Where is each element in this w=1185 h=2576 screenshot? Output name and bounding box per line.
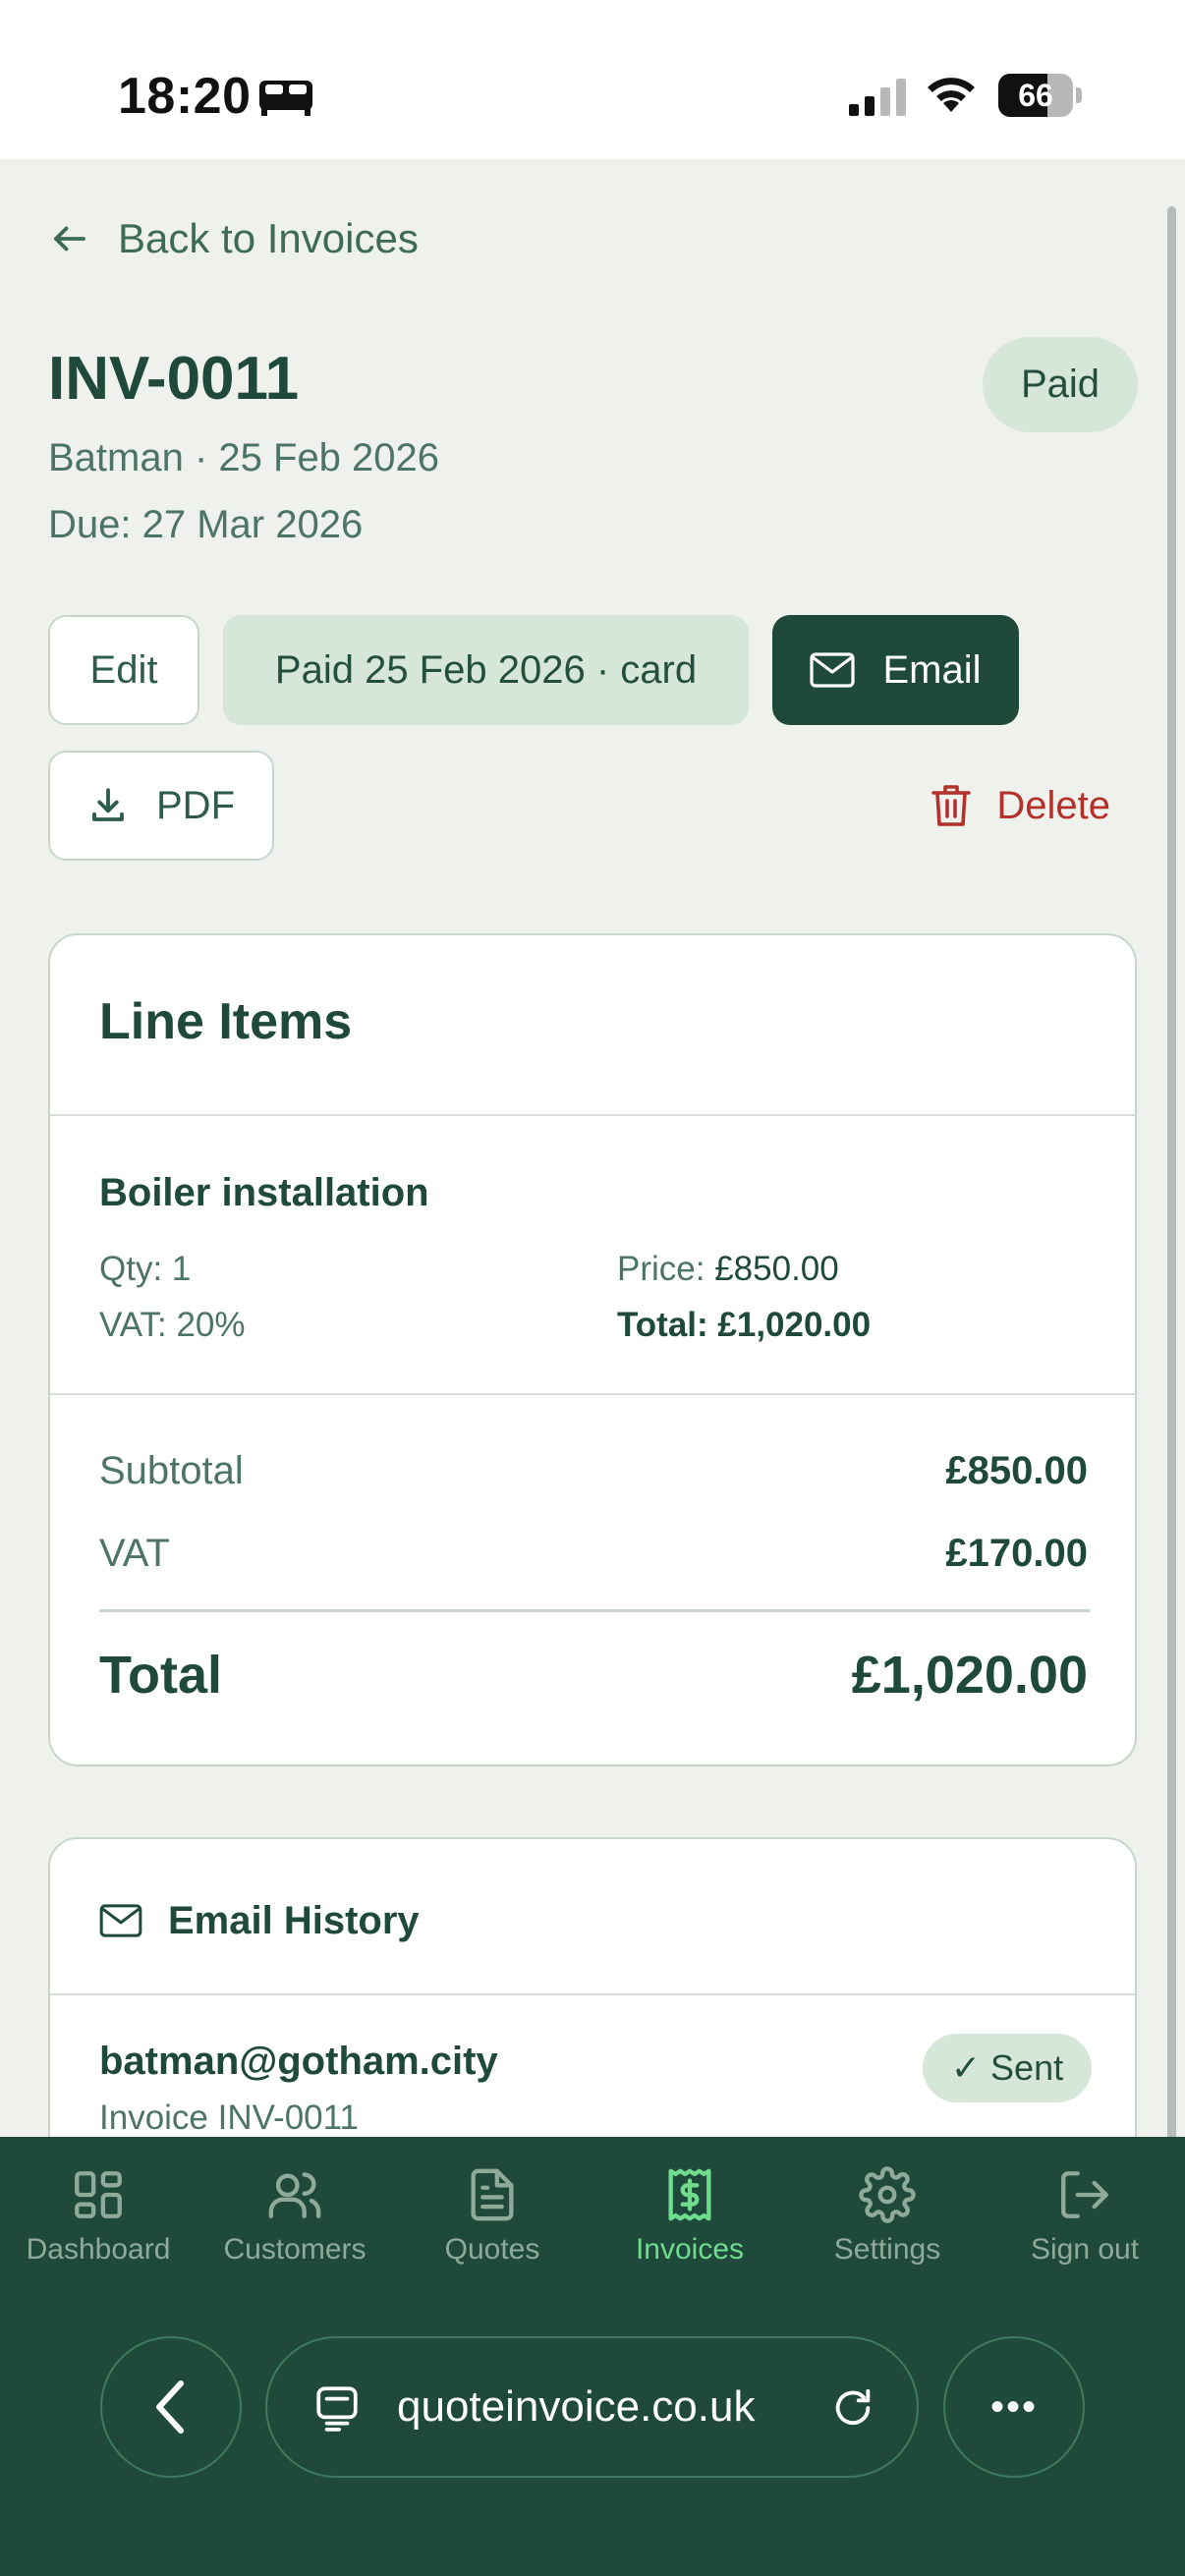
settings-icon (859, 2166, 916, 2223)
sleep-mode-icon (259, 81, 312, 116)
tab-label: Settings (833, 2233, 941, 2266)
download-pdf-button[interactable]: PDF (48, 751, 274, 861)
line-items-card: Line Items Boiler installation Qty: 1 VA… (48, 933, 1137, 1766)
sent-status-badge: ✓ Sent (923, 2034, 1092, 2102)
mail-icon (99, 1904, 142, 1937)
tab-label: Dashboard (26, 2233, 171, 2266)
line-item-qty: Qty: 1 (99, 1250, 192, 1288)
divider (50, 1393, 1135, 1395)
invoice-customer-date: Batman · 25 Feb 2026 (48, 436, 440, 479)
history-recipient: batman@gotham.city (99, 2040, 498, 2083)
subtotal-label: Subtotal (99, 1449, 244, 1492)
more-icon: ••• (989, 2384, 1038, 2429)
battery-level: 66 (1018, 78, 1053, 113)
line-item-price-label: Price: (617, 1250, 705, 1288)
arrow-left-icon (54, 226, 85, 252)
line-item-name: Boiler installation (99, 1171, 429, 1214)
delete-button-label: Delete (996, 783, 1110, 827)
quotes-icon (471, 2168, 514, 2221)
address-bar[interactable]: quoteinvoice.co.uk (265, 2336, 919, 2478)
email-button-label: Email (882, 647, 982, 692)
tab-settings[interactable]: Settings (789, 2166, 986, 2274)
pdf-button-label: PDF (156, 783, 235, 827)
subtotal-value: £850.00 (945, 1449, 1088, 1492)
delete-button[interactable]: Delete (904, 751, 1110, 861)
page-icon (316, 2386, 358, 2432)
total-value: £1,020.00 (851, 1646, 1088, 1705)
tab-invoices[interactable]: Invoices (592, 2166, 788, 2274)
status-time: 18:20 (118, 68, 252, 125)
totals-divider (99, 1609, 1090, 1612)
total-label: Total (99, 1646, 222, 1705)
invoice-status-badge: Paid (983, 337, 1138, 432)
tab-label: Sign out (1030, 2233, 1140, 2266)
edit-button[interactable]: Edit (48, 615, 199, 725)
tab-label: Customers (223, 2233, 367, 2266)
more-options-button[interactable]: ••• (943, 2336, 1085, 2478)
page-scrollbar[interactable] (1167, 206, 1176, 2211)
tab-label: Quotes (444, 2233, 540, 2266)
paid-status-chip: Paid 25 Feb 2026 · card (223, 615, 749, 725)
back-link-label: Back to Invoices (118, 215, 419, 261)
back-to-invoices-link[interactable]: Back to Invoices (49, 210, 419, 267)
vat-label: VAT (99, 1532, 170, 1575)
tab-dashboard[interactable]: Dashboard (0, 2166, 197, 2274)
invoices-icon (668, 2168, 711, 2221)
divider (50, 1993, 1135, 1995)
customers-icon (268, 2172, 321, 2218)
chevron-left-icon (156, 2380, 184, 2434)
url-text: quoteinvoice.co.uk (397, 2382, 756, 2431)
line-item-price: £850.00 (714, 1250, 839, 1288)
email-history-title: Email History (168, 1898, 420, 1942)
battery-icon: 66 (998, 74, 1082, 117)
email-history-header: Email History (99, 1896, 420, 1945)
invoice-due-date: Due: 27 Mar 2026 (48, 503, 364, 546)
line-item-price-field: Price: £850.00 (617, 1250, 839, 1289)
reload-icon[interactable] (830, 2385, 875, 2431)
vat-value: £170.00 (945, 1532, 1088, 1575)
line-items-title: Line Items (99, 993, 353, 1050)
line-item-total: Total: £1,020.00 (617, 1306, 872, 1344)
trash-icon (931, 785, 972, 826)
wifi-icon (928, 78, 975, 112)
sign-out-icon (1061, 2171, 1108, 2218)
dashboard-icon (75, 2171, 122, 2218)
tab-sign-out[interactable]: Sign out (987, 2166, 1183, 2274)
status-bar: 18:20 66 (0, 0, 1185, 159)
invoice-number: INV-0011 (48, 345, 300, 413)
tab-quotes[interactable]: Quotes (394, 2166, 591, 2274)
line-item-vat: VAT: 20% (99, 1306, 246, 1344)
download-icon (92, 788, 124, 821)
tab-label: Invoices (635, 2233, 745, 2266)
divider (50, 1114, 1135, 1116)
browser-back-button[interactable] (100, 2336, 242, 2478)
history-subject: Invoice INV-0011 (99, 2099, 359, 2137)
cellular-signal-icon (849, 79, 906, 116)
mail-icon (810, 652, 856, 688)
tab-customers[interactable]: Customers (197, 2166, 393, 2274)
email-button[interactable]: Email (772, 615, 1019, 725)
